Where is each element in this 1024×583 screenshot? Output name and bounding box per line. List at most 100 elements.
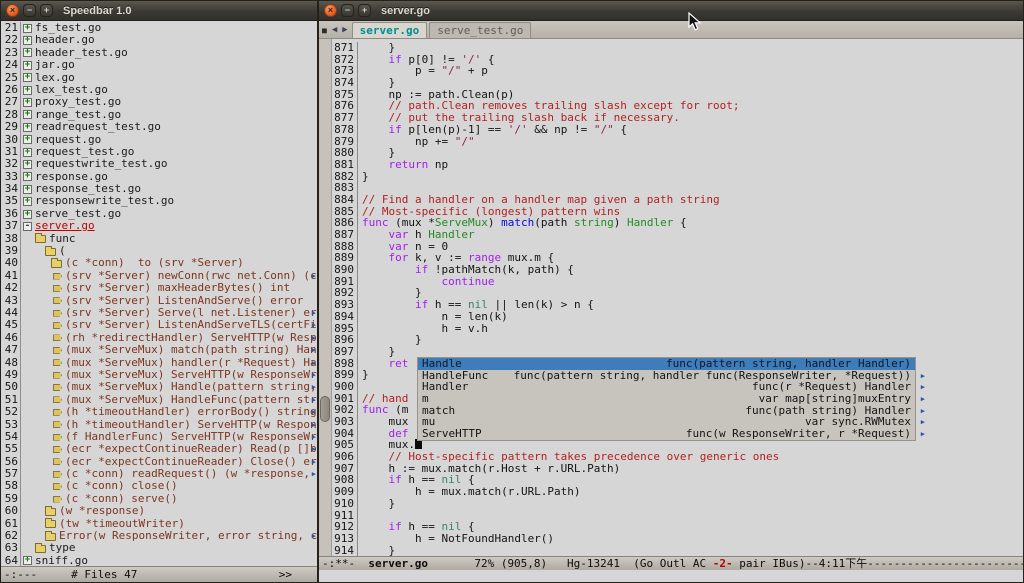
speedbar-item-label[interactable]: type (49, 542, 76, 554)
maximize-icon[interactable]: + (40, 4, 53, 17)
speedbar-titlebar[interactable]: × − + Speedbar 1.0 (1, 1, 317, 21)
speedbar-item[interactable]: 36+serve_test.go (1, 208, 317, 220)
speedbar-item[interactable]: 40(c *conn) to (srv *Server) (1, 257, 317, 269)
speedbar-item-label[interactable]: Error(w ResponseWriter, error string, c (59, 530, 317, 542)
speedbar-item-label[interactable]: proxy_test.go (35, 96, 121, 108)
speedbar-item-label[interactable]: jar.go (35, 59, 75, 71)
speedbar-item-label[interactable]: (c *conn) close() (65, 480, 178, 492)
speedbar-item[interactable]: 50(mux *ServeMux) Handle(pattern string,… (1, 381, 317, 393)
code-line[interactable]: 882} (332, 171, 1023, 183)
speedbar-item[interactable]: 62Error(w ResponseWriter, error string, … (1, 530, 317, 542)
speedbar-file-tree[interactable]: 21+fs_test.go22+header.go23+header_test.… (1, 21, 317, 566)
expand-icon[interactable]: + (23, 148, 32, 157)
speedbar-item-label[interactable]: (srv *Server) Serve(l net.Listener) err (65, 307, 317, 319)
speedbar-item[interactable]: 60(w *response) (1, 505, 317, 517)
speedbar-item-label[interactable]: (tw *timeoutWriter) (59, 518, 185, 530)
expand-icon[interactable]: + (23, 73, 32, 82)
close-icon[interactable]: × (6, 4, 19, 17)
expand-icon[interactable]: + (23, 172, 32, 181)
collapse-icon[interactable]: - (23, 222, 32, 231)
speedbar-item-label[interactable]: request_test.go (35, 146, 134, 158)
completion-item[interactable]: Handlefunc(pattern string, handler Handl… (418, 358, 915, 370)
echo-area[interactable] (319, 570, 1023, 582)
speedbar-item-label[interactable]: header_test.go (35, 47, 128, 59)
speedbar-item-label[interactable]: (srv *Server) ListenAndServeTLS(certFi (65, 319, 317, 331)
speedbar-item[interactable]: 38func (1, 233, 317, 245)
speedbar-item[interactable]: 59(c *conn) serve() (1, 493, 317, 505)
code-line[interactable]: 891 continue (332, 276, 1023, 288)
speedbar-item[interactable]: 61(tw *timeoutWriter) (1, 518, 317, 530)
minimize-icon[interactable]: − (341, 4, 354, 17)
speedbar-item-label[interactable]: (ecr *expectContinueReader) Close() er (65, 456, 317, 468)
editor-titlebar[interactable]: × − + server.go (319, 1, 1023, 21)
speedbar-item-label[interactable]: (srv *Server) ListenAndServe() error (65, 295, 303, 307)
speedbar-item-label[interactable]: (ecr *expectContinueReader) Read(p []b (65, 443, 317, 455)
speedbar-item[interactable]: 56(ecr *expectContinueReader) Close() er… (1, 456, 317, 468)
speedbar-item-label[interactable]: fs_test.go (35, 22, 101, 34)
speedbar-item[interactable]: 32+requestwrite_test.go (1, 158, 317, 170)
expand-icon[interactable]: + (23, 61, 32, 70)
expand-icon[interactable]: + (23, 135, 32, 144)
speedbar-item-label[interactable]: func (49, 233, 76, 245)
close-icon[interactable]: × (324, 4, 337, 17)
speedbar-item-label[interactable]: (rh *redirectHandler) ServeHTTP(w Resp (65, 332, 317, 344)
expand-icon[interactable]: + (23, 556, 32, 565)
expand-icon[interactable]: + (23, 86, 32, 95)
speedbar-item[interactable]: 58(c *conn) close() (1, 480, 317, 492)
speedbar-item-label[interactable]: request.go (35, 134, 101, 146)
speedbar-item[interactable]: 43(srv *Server) ListenAndServe() error (1, 295, 317, 307)
speedbar-item-label[interactable]: lex.go (35, 72, 75, 84)
speedbar-item-label[interactable]: (mux *ServeMux) handler(r *Request) Ha (65, 357, 317, 369)
tab-serve-test-go[interactable]: serve_test.go (429, 22, 531, 38)
speedbar-item[interactable]: 33+response.go (1, 171, 317, 183)
speedbar-item[interactable]: 30+request.go (1, 134, 317, 146)
speedbar-item-label[interactable]: requestwrite_test.go (35, 158, 167, 170)
speedbar-item-label[interactable]: (h *timeoutHandler) ServeHTTP(w Respon (65, 419, 317, 431)
speedbar-item[interactable]: 34+response_test.go (1, 183, 317, 195)
minimize-icon[interactable]: − (23, 4, 36, 17)
speedbar-modeline-arrows[interactable]: >> (279, 567, 292, 582)
expand-icon[interactable]: + (23, 185, 32, 194)
back-icon[interactable]: ◀ (332, 26, 337, 35)
speedbar-item[interactable]: 25+lex.go (1, 72, 317, 84)
speedbar-item[interactable]: 42(srv *Server) maxHeaderBytes() int (1, 282, 317, 294)
speedbar-item[interactable]: 49(mux *ServeMux) ServeHTTP(w ResponseWr… (1, 369, 317, 381)
buffer-list-icon[interactable]: ■ (322, 26, 327, 35)
speedbar-item-label[interactable]: lex_test.go (35, 84, 108, 96)
speedbar-item-label[interactable]: (c *conn) serve() (65, 493, 178, 505)
completion-item[interactable]: ServeHTTPfunc(w ResponseWriter, r *Reque… (418, 428, 915, 440)
tab-server-go[interactable]: server.go (352, 22, 428, 38)
speedbar-item[interactable]: 51(mux *ServeMux) HandleFunc(pattern str… (1, 394, 317, 406)
speedbar-item-label[interactable]: response.go (35, 171, 108, 183)
speedbar-item[interactable]: 23+header_test.go (1, 47, 317, 59)
speedbar-item[interactable]: 35+responsewrite_test.go (1, 195, 317, 207)
speedbar-item-label[interactable]: range_test.go (35, 109, 121, 121)
speedbar-item-label[interactable]: header.go (35, 34, 95, 46)
speedbar-item[interactable]: 24+jar.go (1, 59, 317, 71)
speedbar-item-label[interactable]: readrequest_test.go (35, 121, 161, 133)
code-line[interactable]: 896 } (332, 334, 1023, 346)
speedbar-item[interactable]: 28+range_test.go (1, 109, 317, 121)
speedbar-item[interactable]: 31+request_test.go (1, 146, 317, 158)
speedbar-item[interactable]: 63type (1, 542, 317, 554)
speedbar-item-label[interactable]: (c *conn) readRequest() (w *response, (65, 468, 317, 480)
code-line[interactable]: 897 } (332, 346, 1023, 358)
code-line[interactable]: 909 h = mux.match(r.URL.Path) (332, 486, 1023, 498)
speedbar-item[interactable]: 53(h *timeoutHandler) ServeHTTP(w Respon… (1, 419, 317, 431)
expand-icon[interactable]: + (23, 160, 32, 169)
speedbar-item-label[interactable]: (srv *Server) maxHeaderBytes() int (65, 282, 290, 294)
speedbar-item[interactable]: 48(mux *ServeMux) handler(r *Request) Ha… (1, 357, 317, 369)
speedbar-item[interactable]: 27+proxy_test.go (1, 96, 317, 108)
expand-icon[interactable]: + (23, 98, 32, 107)
speedbar-item[interactable]: 64+sniff.go (1, 555, 317, 566)
speedbar-item-label[interactable]: response_test.go (35, 183, 141, 195)
expand-icon[interactable]: + (23, 36, 32, 45)
selected-file-label[interactable]: server.go (35, 220, 95, 232)
speedbar-item[interactable]: 45(srv *Server) ListenAndServeTLS(certFi… (1, 319, 317, 331)
speedbar-item-label[interactable]: (w *response) (59, 505, 145, 517)
completion-item[interactable]: mvar map[string]muxEntry▶ (418, 393, 915, 405)
code-line[interactable]: 895 h = v.h (332, 323, 1023, 335)
speedbar-item-label[interactable]: (srv *Server) newConn(rwc net.Conn) (c (65, 270, 317, 282)
speedbar-item-label[interactable]: responsewrite_test.go (35, 195, 174, 207)
speedbar-item[interactable]: 55(ecr *expectContinueReader) Read(p []b… (1, 443, 317, 455)
